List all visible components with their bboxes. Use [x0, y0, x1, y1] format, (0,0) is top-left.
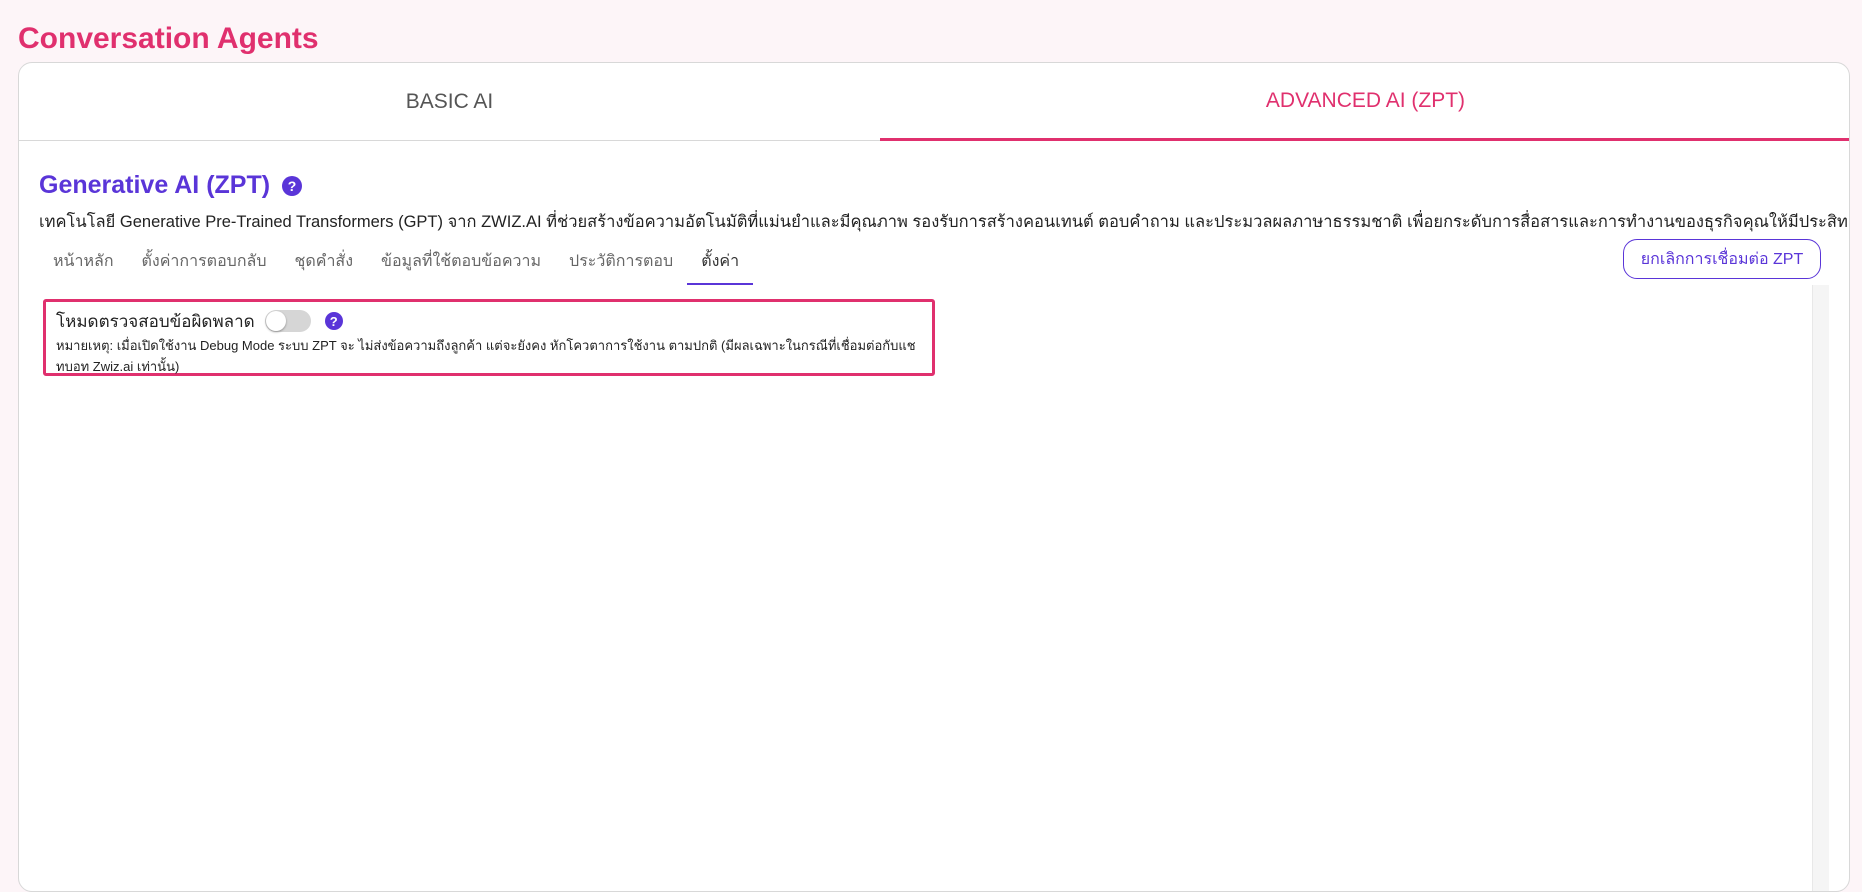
- sub-tabs: หน้าหลัก ตั้งค่าการตอบกลับ ชุดคำสั่ง ข้อ…: [39, 241, 754, 285]
- subtab-knowledge[interactable]: ข้อมูลที่ใช้ตอบข้อความ: [367, 241, 555, 285]
- question-circle-icon[interactable]: ?: [324, 312, 343, 330]
- debug-mode-label: โหมดตรวจสอบข้อผิดพลาด: [56, 311, 255, 331]
- subtab-commands[interactable]: ชุดคำสั่ง: [280, 241, 367, 285]
- section-header: Generative AI (ZPT) ?: [39, 171, 303, 200]
- page-title: Conversation Agents: [18, 22, 319, 55]
- subtab-history[interactable]: ประวัติการตอบ: [555, 241, 687, 285]
- disconnect-zpt-button[interactable]: ยกเลิกการเชื่อมต่อ ZPT: [1623, 239, 1821, 279]
- debug-mode-toggle[interactable]: [264, 310, 311, 332]
- debug-mode-row: โหมดตรวจสอบข้อผิดพลาด ?: [56, 309, 922, 333]
- question-circle-icon[interactable]: ?: [282, 175, 303, 196]
- debug-mode-panel: โหมดตรวจสอบข้อผิดพลาด ? หมายเหตุ: เมื่อเ…: [43, 299, 935, 376]
- tab-advanced-ai[interactable]: ADVANCED AI (ZPT): [880, 63, 1849, 141]
- scrollbar[interactable]: [1812, 285, 1829, 891]
- tab-basic-ai[interactable]: BASIC AI: [19, 63, 880, 140]
- subtab-settings[interactable]: ตั้งค่า: [687, 241, 754, 285]
- debug-mode-note: หมายเหตุ: เมื่อเปิดใช้งาน Debug Mode ระบ…: [56, 338, 916, 374]
- agents-card: BASIC AI ADVANCED AI (ZPT) Generative AI…: [18, 62, 1850, 892]
- subtab-home[interactable]: หน้าหลัก: [39, 241, 128, 285]
- section-title: Generative AI (ZPT): [39, 171, 271, 199]
- toggle-knob: [265, 311, 286, 331]
- top-tabs: BASIC AI ADVANCED AI (ZPT): [19, 63, 1849, 141]
- subtab-reply-settings[interactable]: ตั้งค่าการตอบกลับ: [128, 241, 281, 285]
- section-description: เทคโนโลยี Generative Pre-Trained Transfo…: [39, 213, 1850, 231]
